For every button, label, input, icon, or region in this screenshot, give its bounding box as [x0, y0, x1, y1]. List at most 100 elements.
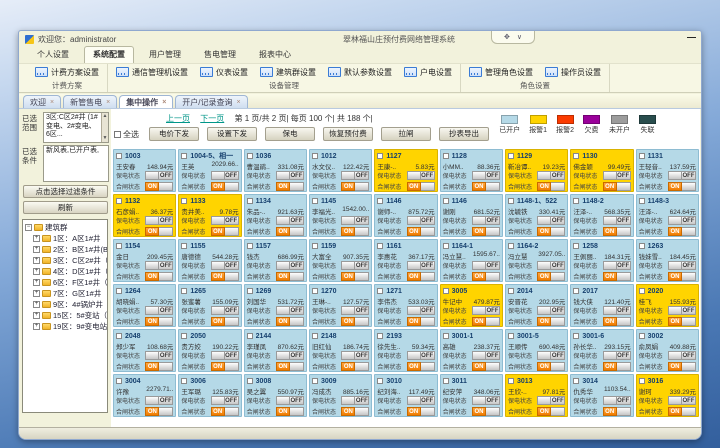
close-status-toggle[interactable]: ON [537, 182, 565, 191]
protect-status-toggle[interactable]: OFF [145, 396, 173, 405]
protect-status-toggle[interactable]: OFF [211, 216, 239, 225]
minimize-icon[interactable]: — [687, 32, 696, 42]
close-status-toggle[interactable]: ON [407, 362, 435, 371]
close-status-toggle[interactable]: ON [537, 317, 565, 326]
card-checkbox[interactable] [116, 288, 122, 294]
protect-status-toggle[interactable]: OFF [668, 306, 696, 315]
toolbar-button-4[interactable]: 恢复预付费 [323, 127, 373, 141]
card-checkbox[interactable] [377, 243, 383, 249]
collapse-box-icon[interactable]: − [25, 224, 32, 231]
close-status-toggle[interactable]: ON [472, 362, 500, 371]
protect-status-toggle[interactable]: OFF [341, 306, 369, 315]
card-checkbox[interactable] [377, 333, 383, 339]
protect-status-toggle[interactable]: OFF [407, 396, 435, 405]
protect-status-toggle[interactable]: OFF [211, 171, 239, 180]
toolbar-button-3[interactable]: 保电 [265, 127, 315, 141]
close-icon[interactable]: × [106, 99, 110, 106]
close-status-toggle[interactable]: ON [341, 227, 369, 236]
close-status-toggle[interactable]: ON [276, 317, 304, 326]
card-checkbox[interactable] [508, 153, 514, 159]
close-status-toggle[interactable]: ON [407, 317, 435, 326]
toolbar-button-5[interactable]: 拉闸 [381, 127, 431, 141]
ribbon-button[interactable]: 默认参数设置 [328, 67, 392, 78]
scroll-up-icon[interactable]: ▲ [102, 113, 108, 120]
toolbar-button-2[interactable]: 设置下发 [207, 127, 257, 141]
menu-tab-3[interactable]: 用户管理 [141, 47, 189, 63]
card-checkbox[interactable] [508, 198, 514, 204]
card-checkbox[interactable] [508, 378, 514, 384]
protect-status-toggle[interactable]: OFF [341, 171, 369, 180]
protect-status-toggle[interactable]: OFF [407, 351, 435, 360]
protect-status-toggle[interactable]: OFF [276, 396, 304, 405]
close-icon[interactable]: × [237, 99, 241, 106]
card-checkbox[interactable] [116, 243, 122, 249]
card-checkbox[interactable] [377, 198, 383, 204]
close-status-toggle[interactable]: ON [145, 362, 173, 371]
doc-tab-2[interactable]: 新管售电× [63, 95, 117, 108]
card-checkbox[interactable] [181, 288, 187, 294]
card-checkbox[interactable] [573, 198, 579, 204]
expand-box-icon[interactable]: + [33, 301, 40, 308]
close-status-toggle[interactable]: ON [668, 227, 696, 236]
expand-box-icon[interactable]: + [33, 279, 40, 286]
close-status-toggle[interactable]: ON [472, 317, 500, 326]
card-checkbox[interactable] [443, 288, 449, 294]
protect-status-toggle[interactable]: OFF [145, 306, 173, 315]
protect-status-toggle[interactable]: OFF [668, 216, 696, 225]
close-status-toggle[interactable]: ON [537, 407, 565, 416]
scrollbar[interactable]: ▲ ▼ [101, 113, 108, 142]
close-status-toggle[interactable]: ON [668, 272, 696, 281]
tree-item-7[interactable]: +9区：4#锅炉井（4#锅... [25, 299, 107, 310]
close-status-toggle[interactable]: ON [472, 272, 500, 281]
card-checkbox[interactable] [508, 288, 514, 294]
close-status-toggle[interactable]: ON [211, 272, 239, 281]
card-checkbox[interactable] [443, 378, 449, 384]
card-checkbox[interactable] [508, 243, 514, 249]
card-checkbox[interactable] [639, 243, 645, 249]
protect-status-toggle[interactable]: OFF [668, 171, 696, 180]
card-checkbox[interactable] [377, 288, 383, 294]
protect-status-toggle[interactable]: OFF [472, 216, 500, 225]
protect-status-toggle[interactable]: OFF [603, 306, 631, 315]
close-status-toggle[interactable]: ON [145, 227, 173, 236]
close-icon[interactable]: × [162, 99, 166, 106]
card-checkbox[interactable] [247, 243, 253, 249]
protect-status-toggle[interactable]: OFF [603, 171, 631, 180]
menu-tab-4[interactable]: 售电管理 [196, 47, 244, 63]
ribbon-button[interactable]: 计费方案设置 [35, 67, 99, 78]
protect-status-toggle[interactable]: OFF [276, 261, 304, 270]
toolbar-button-1[interactable]: 电价下发 [149, 127, 199, 141]
card-checkbox[interactable] [573, 333, 579, 339]
close-status-toggle[interactable]: ON [276, 227, 304, 236]
close-status-toggle[interactable]: ON [211, 182, 239, 191]
tree-item-2[interactable]: +2区：B区1#井(B区1#... [25, 244, 107, 255]
card-checkbox[interactable] [377, 378, 383, 384]
close-status-toggle[interactable]: ON [407, 182, 435, 191]
menu-tab-2[interactable]: 系统配置 [84, 46, 134, 63]
close-status-toggle[interactable]: ON [472, 407, 500, 416]
expand-box-icon[interactable]: + [33, 323, 40, 330]
expand-icon[interactable]: ✥ [504, 33, 510, 41]
close-status-toggle[interactable]: ON [407, 407, 435, 416]
close-icon[interactable]: × [50, 99, 54, 106]
protect-status-toggle[interactable]: OFF [276, 306, 304, 315]
selected-range-box[interactable]: 3区:C区2#井 (1#变电、2#变电、6区... ▲ ▼ [43, 112, 109, 143]
card-checkbox[interactable] [443, 243, 449, 249]
expand-box-icon[interactable]: + [33, 257, 40, 264]
card-checkbox[interactable] [116, 198, 122, 204]
close-status-toggle[interactable]: ON [668, 407, 696, 416]
close-status-toggle[interactable]: ON [276, 182, 304, 191]
card-checkbox[interactable] [639, 288, 645, 294]
menu-tab-1[interactable]: 个人设置 [29, 47, 77, 63]
close-status-toggle[interactable]: ON [145, 182, 173, 191]
select-all-checkbox[interactable] [114, 131, 121, 138]
close-status-toggle[interactable]: ON [211, 362, 239, 371]
protect-status-toggle[interactable]: OFF [407, 306, 435, 315]
card-checkbox[interactable] [312, 198, 318, 204]
ribbon-button[interactable]: 户电设置 [404, 67, 452, 78]
card-checkbox[interactable] [312, 243, 318, 249]
tree-item-8[interactable]: +15区：5#变站（3#变... [25, 310, 107, 321]
expand-box-icon[interactable]: + [33, 246, 40, 253]
close-status-toggle[interactable]: ON [603, 317, 631, 326]
ribbon-button[interactable]: 管理角色设置 [469, 67, 533, 78]
